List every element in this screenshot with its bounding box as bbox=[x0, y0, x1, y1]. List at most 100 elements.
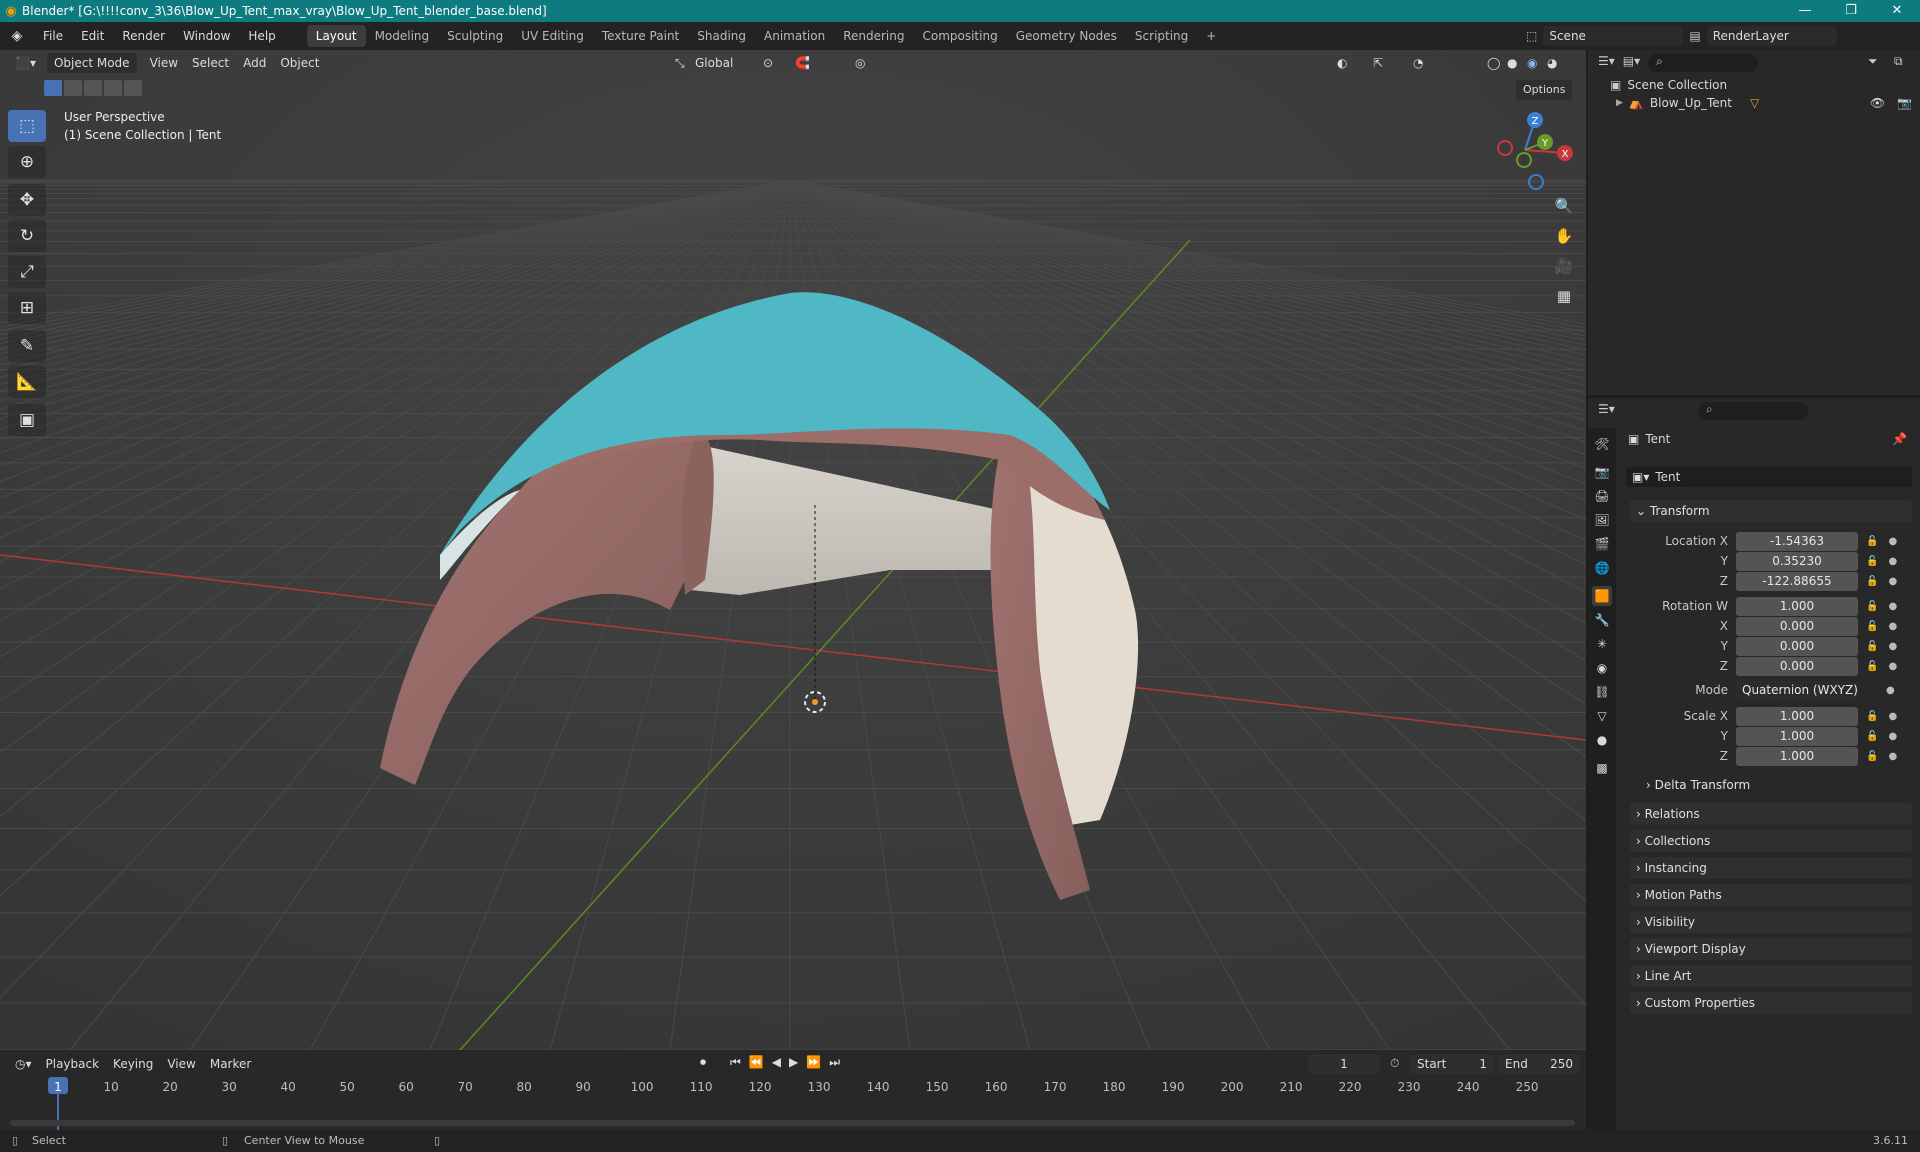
tab-constraints-icon[interactable]: ⛓ bbox=[1592, 682, 1612, 702]
tab-sculpting[interactable]: Sculpting bbox=[438, 25, 512, 47]
prev-keyframe-icon[interactable]: ⏪ bbox=[749, 1055, 764, 1070]
section-instancing[interactable]: › Instancing bbox=[1630, 857, 1912, 879]
tab-geometry-nodes[interactable]: Geometry Nodes bbox=[1007, 25, 1126, 47]
section-motion-paths[interactable]: › Motion Paths bbox=[1630, 884, 1912, 906]
section-collections[interactable]: › Collections bbox=[1630, 830, 1912, 852]
close-window-button[interactable]: ✕ bbox=[1874, 0, 1920, 22]
visibility-icon[interactable]: ◐ bbox=[1330, 53, 1354, 73]
lock-icon[interactable]: 🔓 bbox=[1866, 641, 1878, 652]
lock-icon[interactable]: 🔓 bbox=[1866, 621, 1878, 632]
zoom-icon[interactable]: 🔍 bbox=[1550, 192, 1578, 220]
outliner-display-mode-icon[interactable]: ▤▾ bbox=[1623, 54, 1640, 72]
keyframe-dot-icon[interactable]: ● bbox=[1888, 641, 1897, 652]
tool-select-box-icon[interactable]: ⬚ bbox=[8, 110, 46, 142]
tool-rotate-icon[interactable]: ↻ bbox=[8, 220, 46, 252]
scale-y-field[interactable]: 1.000 bbox=[1736, 726, 1858, 746]
tab-rendering[interactable]: Rendering bbox=[834, 25, 913, 47]
expand-arrow-icon[interactable]: ▶ bbox=[1616, 98, 1623, 108]
menu-timeline-view[interactable]: View bbox=[160, 1054, 202, 1074]
tool-measure-icon[interactable]: 📐 bbox=[8, 366, 46, 398]
tab-texture-paint[interactable]: Texture Paint bbox=[593, 25, 688, 47]
section-line-art[interactable]: › Line Art bbox=[1630, 965, 1912, 987]
location-x-field[interactable]: -1.54363 bbox=[1736, 531, 1858, 551]
tool-scale-icon[interactable]: ⤢ bbox=[8, 256, 46, 288]
tool-transform-icon[interactable]: ⊞ bbox=[8, 292, 46, 324]
overlay-toggle-icon[interactable]: ◔ bbox=[1406, 53, 1430, 73]
section-viewport-display[interactable]: › Viewport Display bbox=[1630, 938, 1912, 960]
tab-texture-icon[interactable]: ▩ bbox=[1592, 758, 1612, 778]
maximize-button[interactable]: ❐ bbox=[1828, 0, 1874, 22]
perspective-toggle-icon[interactable]: ▦ bbox=[1550, 282, 1578, 310]
delta-transform-subpanel[interactable]: › Delta Transform bbox=[1646, 778, 1750, 792]
add-workspace-button[interactable]: + bbox=[1197, 25, 1225, 47]
view-layer-icon[interactable]: ▤ bbox=[1689, 29, 1700, 43]
tab-scripting[interactable]: Scripting bbox=[1126, 25, 1197, 47]
tab-compositing[interactable]: Compositing bbox=[913, 25, 1006, 47]
menu-marker[interactable]: Marker bbox=[203, 1054, 258, 1074]
current-frame-field[interactable]: 1 bbox=[1308, 1054, 1380, 1074]
scale-z-field[interactable]: 1.000 bbox=[1736, 746, 1858, 766]
menu-window[interactable]: Window bbox=[174, 29, 239, 43]
menu-edit[interactable]: Edit bbox=[72, 29, 113, 43]
select-subtract-icon[interactable] bbox=[84, 80, 102, 96]
menu-render[interactable]: Render bbox=[113, 29, 174, 43]
filter-icon[interactable]: ⏷ bbox=[1868, 54, 1878, 69]
menu-playback[interactable]: Playback bbox=[39, 1054, 107, 1074]
tab-scene-icon[interactable]: 🎬 bbox=[1592, 534, 1612, 554]
tool-annotate-icon[interactable]: ✎ bbox=[8, 330, 46, 362]
properties-editor-icon[interactable]: ☰▾ bbox=[1598, 402, 1615, 416]
mesh-data-icon[interactable]: ▽ bbox=[1750, 96, 1759, 110]
keyframe-dot-icon[interactable]: ● bbox=[1888, 601, 1897, 612]
rotation-x-field[interactable]: 0.000 bbox=[1736, 616, 1858, 636]
section-custom-properties[interactable]: › Custom Properties bbox=[1630, 992, 1912, 1014]
tab-layout[interactable]: Layout bbox=[306, 25, 366, 47]
section-visibility[interactable]: › Visibility bbox=[1630, 911, 1912, 933]
render-layer-field[interactable]: RenderLayer bbox=[1706, 26, 1837, 46]
minimize-button[interactable]: — bbox=[1782, 0, 1828, 22]
tool-add-cube-icon[interactable]: ▣ bbox=[8, 404, 46, 436]
tab-object-icon[interactable]: 🟧 bbox=[1592, 586, 1612, 606]
tab-output-icon[interactable]: 🖨 bbox=[1592, 486, 1612, 506]
tool-cursor-icon[interactable]: ⊕ bbox=[8, 146, 46, 178]
tab-data-icon[interactable]: ▽ bbox=[1592, 706, 1612, 726]
orientation-dropdown[interactable]: Global bbox=[688, 53, 740, 73]
tab-physics-icon[interactable]: ◉ bbox=[1592, 658, 1612, 678]
menu-keying[interactable]: Keying bbox=[106, 1054, 160, 1074]
jump-start-icon[interactable]: ⏮ bbox=[730, 1055, 741, 1070]
location-z-field[interactable]: -122.88655 bbox=[1736, 571, 1858, 591]
lock-icon[interactable]: 🔓 bbox=[1866, 536, 1878, 547]
3d-viewport[interactable]: Z X Y bbox=[0, 50, 1586, 1050]
proportional-edit-icon[interactable]: ◎ bbox=[848, 53, 872, 73]
menu-select[interactable]: Select bbox=[185, 53, 236, 73]
outliner-editor-icon[interactable]: ☰▾ bbox=[1598, 54, 1615, 72]
lock-icon[interactable]: 🔓 bbox=[1866, 576, 1878, 587]
transform-section-header[interactable]: ⌄ Transform bbox=[1630, 500, 1912, 522]
mode-dropdown[interactable]: Object Mode bbox=[46, 53, 137, 73]
object-browse-icon[interactable]: ▣▾ bbox=[1632, 470, 1649, 484]
location-y-field[interactable]: 0.35230 bbox=[1736, 551, 1858, 571]
lock-icon[interactable]: 🔓 bbox=[1866, 556, 1878, 567]
rotation-y-field[interactable]: 0.000 bbox=[1736, 636, 1858, 656]
play-reverse-icon[interactable]: ◀ bbox=[772, 1055, 781, 1070]
keyframe-dot-icon[interactable]: ● bbox=[1886, 685, 1895, 696]
gizmo-toggle-icon[interactable]: ⇱ bbox=[1366, 53, 1390, 73]
tab-shading[interactable]: Shading bbox=[688, 25, 755, 47]
tab-animation[interactable]: Animation bbox=[755, 25, 834, 47]
keyframe-dot-icon[interactable]: ● bbox=[1888, 711, 1897, 722]
menu-file[interactable]: File bbox=[34, 29, 72, 43]
end-frame-field[interactable]: End 250 bbox=[1498, 1054, 1580, 1074]
outliner-row-scene-collection[interactable]: ▣ Scene Collection bbox=[1610, 78, 1727, 92]
lock-icon[interactable]: 🔓 bbox=[1866, 661, 1878, 672]
menu-help[interactable]: Help bbox=[239, 29, 284, 43]
lock-icon[interactable]: 🔓 bbox=[1866, 751, 1878, 762]
camera-view-icon[interactable]: 🎥 bbox=[1550, 252, 1578, 280]
options-button[interactable]: Options bbox=[1516, 80, 1573, 100]
tab-material-icon[interactable]: ● bbox=[1592, 730, 1612, 750]
shading-rendered-icon[interactable]: ◕ bbox=[1540, 53, 1564, 73]
pin-icon[interactable]: 📌 bbox=[1892, 432, 1907, 446]
preview-range-icon[interactable]: ⏱ bbox=[1390, 1056, 1399, 1071]
keyframe-dot-icon[interactable]: ● bbox=[1888, 576, 1897, 587]
blender-menu-icon[interactable]: ◈ bbox=[0, 28, 34, 44]
tab-particles-icon[interactable]: ✳ bbox=[1592, 634, 1612, 654]
keyframe-dot-icon[interactable]: ● bbox=[1888, 751, 1897, 762]
